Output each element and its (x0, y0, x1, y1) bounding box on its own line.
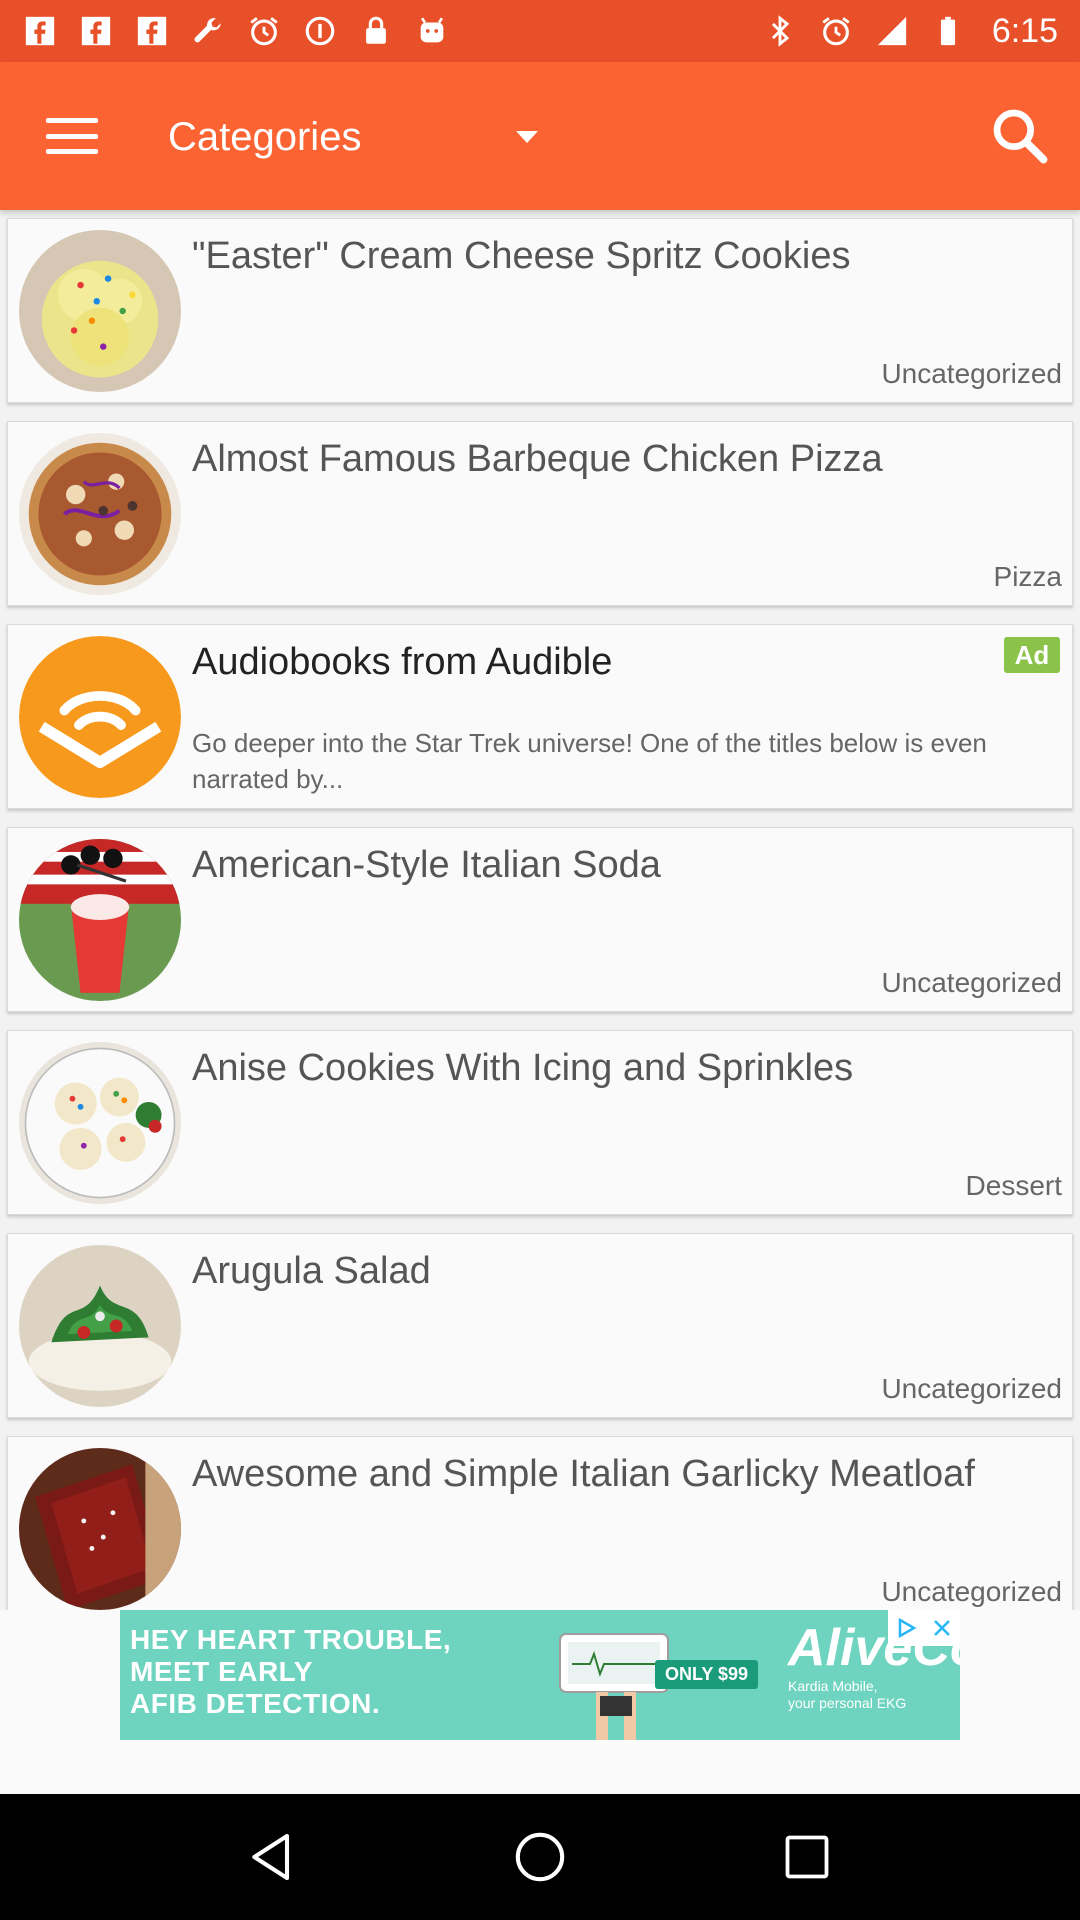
recipe-thumbnail (19, 230, 181, 392)
ad-badge: Ad (1004, 637, 1060, 673)
banner-ad[interactable]: HEY HEART TROUBLE, MEET EARLY AFIB DETEC… (120, 1610, 960, 1740)
back-icon[interactable] (233, 1817, 313, 1897)
recipe-title: Anise Cookies With Icing and Sprinkles (192, 1047, 854, 1089)
recipe-thumbnail (19, 433, 181, 595)
native-ad-item[interactable]: Audiobooks from Audible Ad Go deeper int… (7, 624, 1073, 809)
recipe-list-item[interactable]: American-Style Italian Soda Uncategorize… (7, 827, 1073, 1012)
recipe-category: Pizza (993, 561, 1062, 592)
lock-icon (358, 13, 394, 49)
facebook-icon (134, 13, 170, 49)
recipe-category: Uncategorized (881, 1373, 1062, 1404)
ad-title: Audiobooks from Audible (192, 641, 613, 683)
search-icon[interactable] (984, 100, 1054, 170)
bluetooth-icon (762, 13, 798, 49)
recipe-title: Arugula Salad (192, 1250, 431, 1292)
recipe-title: Awesome and Simple Italian Garlicky Meat… (192, 1453, 975, 1495)
menu-icon[interactable] (40, 110, 104, 162)
banner-headline: HEY HEART TROUBLE, MEET EARLY AFIB DETEC… (130, 1624, 452, 1719)
info-icon (302, 13, 338, 49)
alarm-icon (818, 13, 854, 49)
recipe-list-item[interactable]: Anise Cookies With Icing and Sprinkles D… (7, 1030, 1073, 1215)
category-spinner[interactable]: Categories (168, 102, 548, 172)
banner-ad-area: HEY HEART TROUBLE, MEET EARLY AFIB DETEC… (0, 1610, 1080, 1794)
status-bar: 6:15 (0, 0, 1080, 62)
recipe-list-item[interactable]: Arugula Salad Uncategorized (7, 1233, 1073, 1418)
ad-description: Go deeper into the Star Trek universe! O… (192, 728, 987, 794)
status-time: 6:15 (991, 11, 1058, 50)
android-icon (414, 13, 450, 49)
adchoices-icon[interactable] (888, 1610, 924, 1646)
recipe-list-item[interactable]: Almost Famous Barbeque Chicken Pizza Piz… (7, 421, 1073, 606)
facebook-icon (78, 13, 114, 49)
battery-icon (930, 13, 966, 49)
navigation-bar (0, 1794, 1080, 1920)
facebook-icon (22, 13, 58, 49)
recipe-category: Uncategorized (881, 967, 1062, 998)
recipe-title: Almost Famous Barbeque Chicken Pizza (192, 438, 883, 480)
home-icon[interactable] (500, 1817, 580, 1897)
recipe-thumbnail (19, 839, 181, 1001)
recipe-category: Uncategorized (881, 358, 1062, 389)
recipe-category: Uncategorized (881, 1576, 1062, 1607)
wrench-icon (190, 13, 226, 49)
recipe-list-item[interactable]: "Easter" Cream Cheese Spritz Cookies Unc… (7, 218, 1073, 403)
banner-price: ONLY $99 (655, 1660, 759, 1689)
dropdown-caret-icon (516, 131, 538, 143)
recipe-title: "Easter" Cream Cheese Spritz Cookies (192, 235, 851, 277)
alarm-icon (246, 13, 282, 49)
recipe-thumbnail (19, 1245, 181, 1407)
recipe-list[interactable]: "Easter" Cream Cheese Spritz Cookies Unc… (0, 210, 1080, 1610)
close-ad-icon[interactable] (924, 1610, 960, 1646)
recents-icon[interactable] (767, 1817, 847, 1897)
banner-subtitle: Kardia Mobile, your personal EKG (788, 1678, 907, 1711)
app-bar: Categories (0, 62, 1080, 210)
recipe-thumbnail (19, 1042, 181, 1204)
recipe-list-item[interactable]: Awesome and Simple Italian Garlicky Meat… (7, 1436, 1073, 1610)
audible-logo-icon (19, 636, 181, 798)
recipe-thumbnail (19, 1448, 181, 1610)
category-spinner-label: Categories (168, 114, 362, 159)
recipe-title: American-Style Italian Soda (192, 844, 661, 886)
signal-icon (874, 13, 910, 49)
recipe-category: Dessert (965, 1170, 1062, 1201)
